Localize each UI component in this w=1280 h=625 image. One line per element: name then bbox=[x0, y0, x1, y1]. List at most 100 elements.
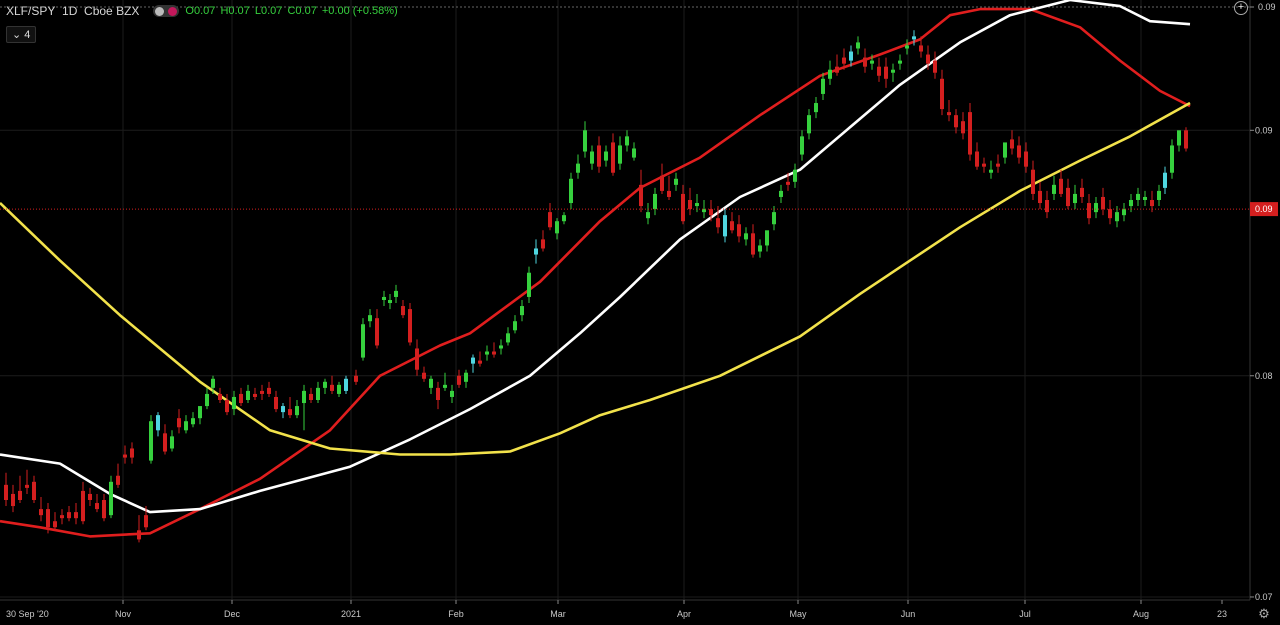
candle-body bbox=[1094, 203, 1098, 213]
candle-body bbox=[947, 112, 951, 116]
candle-body bbox=[211, 378, 215, 388]
candle-body bbox=[576, 163, 580, 173]
candle-body bbox=[302, 390, 306, 404]
candle-body bbox=[954, 115, 958, 128]
candle-body bbox=[239, 393, 243, 404]
candle-body bbox=[667, 190, 671, 197]
candle-body bbox=[149, 421, 153, 461]
studies-collapse-button[interactable]: ⌄ 4 bbox=[6, 26, 37, 43]
candle-body bbox=[471, 357, 475, 364]
candle-body bbox=[330, 384, 334, 391]
candle-body bbox=[639, 184, 643, 207]
candle-body bbox=[933, 60, 937, 73]
candle-body bbox=[555, 221, 559, 234]
time-tick-label: Dec bbox=[224, 609, 241, 619]
candle-body bbox=[1115, 212, 1119, 222]
candle-body bbox=[457, 375, 461, 385]
candle-body bbox=[184, 421, 188, 431]
candle-body bbox=[288, 409, 292, 416]
symbol-label[interactable]: XLF/SPY 1D Cboe BZX bbox=[6, 4, 139, 18]
eye-icon bbox=[168, 6, 178, 16]
candle-body bbox=[793, 169, 797, 182]
candle-body bbox=[961, 121, 965, 134]
candle-body bbox=[74, 512, 78, 519]
candle-body bbox=[1108, 209, 1112, 219]
ohlc-values: O0.07 H0.07 L0.07 C0.07 +0.00 (+0.58%) bbox=[185, 5, 399, 17]
candle-body bbox=[39, 509, 43, 516]
price-tick-label: 0.09 bbox=[1255, 125, 1273, 135]
low-value: L0.07 bbox=[254, 5, 283, 17]
moving-averages bbox=[0, 0, 1191, 538]
candle-body bbox=[1010, 139, 1014, 149]
candle-body bbox=[723, 215, 727, 237]
candle-body bbox=[1157, 190, 1161, 200]
candle-body bbox=[1059, 178, 1063, 194]
candle-body bbox=[618, 145, 622, 164]
studies-count: 4 bbox=[24, 29, 31, 41]
candle-body bbox=[267, 387, 271, 394]
candle-body bbox=[611, 142, 615, 173]
candle-body bbox=[32, 481, 36, 500]
candle-body bbox=[144, 515, 148, 528]
candle-body bbox=[123, 454, 127, 458]
candle-body bbox=[1101, 196, 1105, 210]
candle-body bbox=[1045, 200, 1049, 213]
candle-body bbox=[1024, 151, 1028, 167]
candle-body bbox=[67, 512, 71, 519]
candle-body bbox=[898, 60, 902, 64]
candle-body bbox=[375, 318, 379, 346]
candle-body bbox=[674, 178, 678, 185]
candle-body bbox=[905, 45, 909, 49]
candle-body bbox=[344, 378, 348, 391]
gear-icon[interactable]: ⚙ bbox=[1257, 607, 1271, 621]
candle-body bbox=[81, 490, 85, 522]
candle-body bbox=[95, 503, 99, 510]
candle-body bbox=[163, 433, 167, 452]
price-chart[interactable]: 0.09 0.09 0.08 0.07 30 Sep '20 Nov Dec 2021 Feb… bbox=[0, 0, 1280, 625]
candle-body bbox=[877, 66, 881, 76]
candle-body bbox=[102, 500, 106, 519]
candle-body bbox=[1031, 169, 1035, 194]
candle-body bbox=[681, 193, 685, 222]
candle-body bbox=[583, 130, 587, 152]
candle-body bbox=[1129, 200, 1133, 207]
candle-body bbox=[388, 300, 392, 304]
candle-body bbox=[1052, 184, 1056, 194]
candle-body bbox=[744, 233, 748, 240]
candle-body bbox=[1066, 187, 1070, 207]
candle-body bbox=[354, 375, 358, 382]
time-tick-label: Aug bbox=[1133, 609, 1149, 619]
candle-body bbox=[968, 112, 972, 155]
candle-body bbox=[919, 45, 923, 52]
time-axis[interactable]: 30 Sep '20 Nov Dec 2021 Feb Mar Apr May Jun Jul Au… bbox=[0, 599, 1250, 619]
candle-body bbox=[1177, 130, 1181, 146]
candle-body bbox=[751, 233, 755, 255]
candle-body bbox=[870, 60, 874, 64]
candle-body bbox=[1122, 209, 1126, 216]
time-tick-label: Feb bbox=[448, 609, 464, 619]
candle-body bbox=[646, 212, 650, 219]
plus-circle-icon[interactable]: + bbox=[1234, 1, 1248, 15]
candle-body bbox=[218, 393, 222, 400]
candle-body bbox=[926, 54, 930, 64]
moving-average-line-2 bbox=[0, 0, 1191, 514]
candle-body bbox=[856, 42, 860, 49]
candle-body bbox=[772, 212, 776, 225]
price-axis[interactable]: 0.09 0.09 0.08 0.07 bbox=[1249, 0, 1276, 602]
candle-body bbox=[485, 351, 489, 355]
candle-body bbox=[478, 360, 482, 364]
visibility-toggle[interactable] bbox=[153, 5, 180, 17]
candle-body bbox=[1184, 130, 1188, 149]
moving-average-line-1 bbox=[0, 7, 1191, 538]
candle-body bbox=[170, 436, 174, 449]
candle-body bbox=[88, 493, 92, 500]
time-tick-label: 30 Sep '20 bbox=[6, 609, 49, 619]
candle-body bbox=[1073, 193, 1077, 204]
candle-body bbox=[499, 345, 503, 349]
candle-body bbox=[849, 51, 853, 61]
candle-body bbox=[177, 418, 181, 428]
candle-body bbox=[1150, 200, 1154, 207]
candle-body bbox=[11, 493, 15, 507]
close-value: C0.07 bbox=[287, 5, 317, 17]
candle-body bbox=[884, 66, 888, 79]
